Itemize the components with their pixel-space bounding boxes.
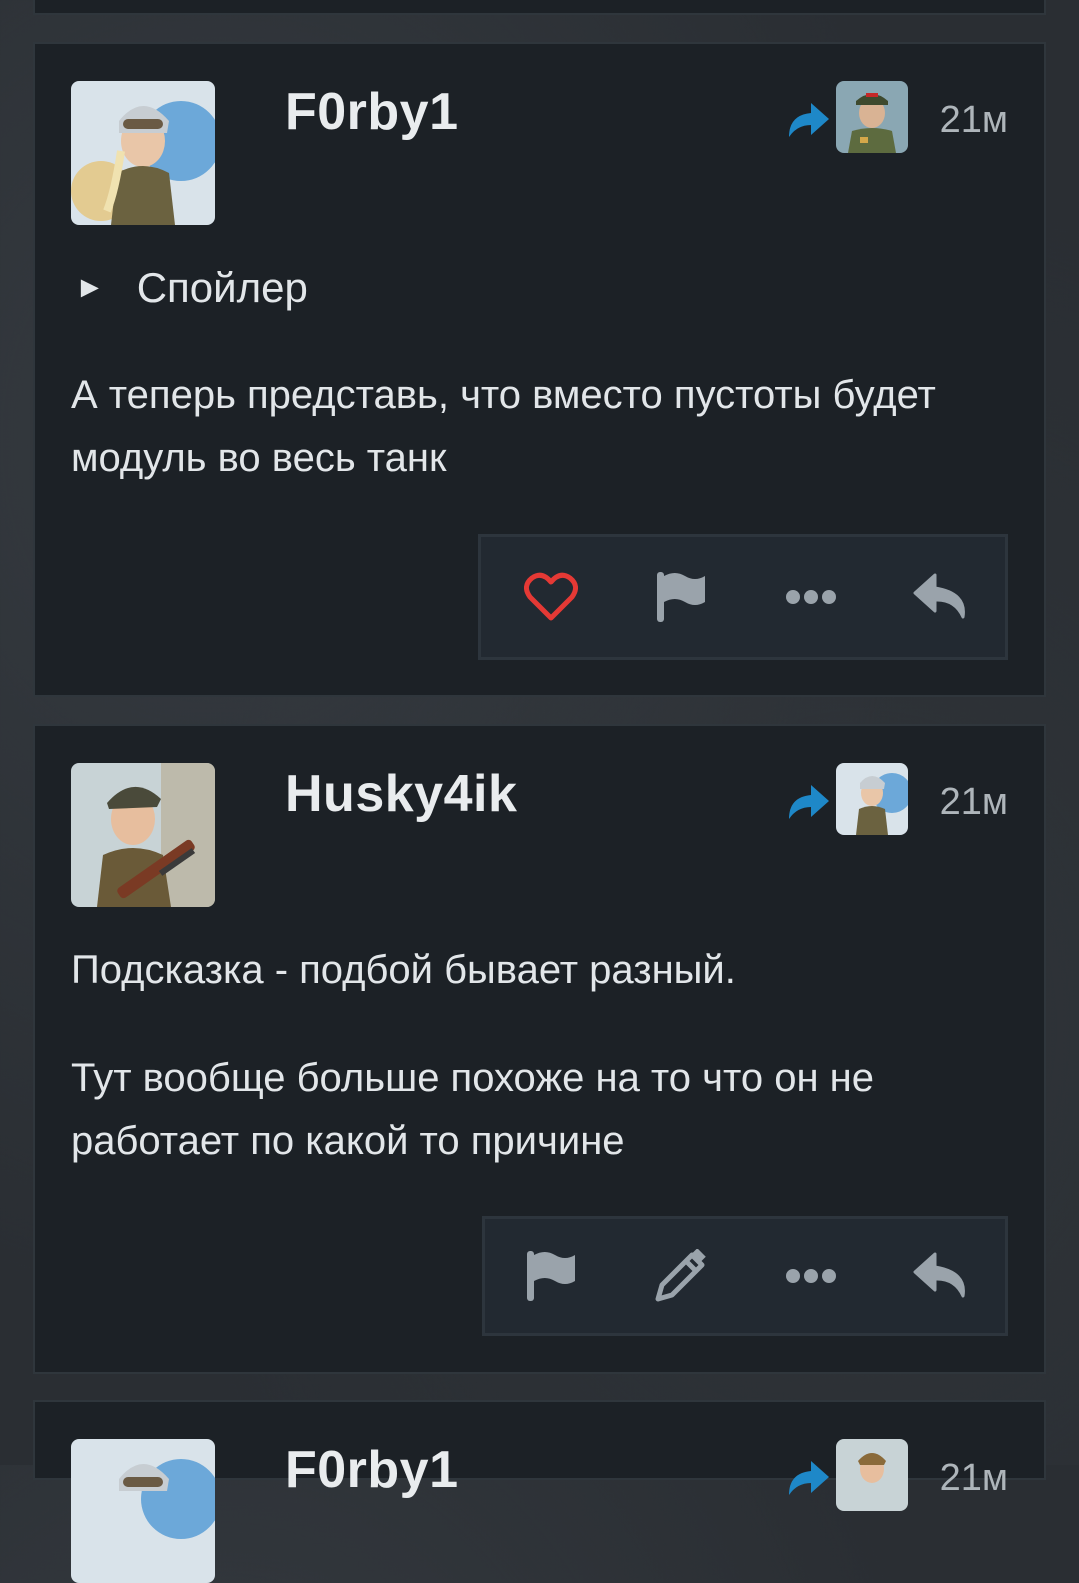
username[interactable]: F0rby1 <box>285 82 459 142</box>
more-button[interactable] <box>761 537 861 657</box>
more-button[interactable] <box>761 1219 861 1333</box>
timestamp: 21м <box>939 781 1008 823</box>
triangle-right-icon: ► <box>75 271 105 304</box>
post-card: F0rby1 21м ► Спойлер А теперь представь,… <box>33 42 1046 697</box>
share-icon[interactable] <box>785 1457 831 1497</box>
avatar[interactable] <box>71 1439 215 1583</box>
action-bar <box>482 1216 1008 1336</box>
reply-button[interactable] <box>891 1219 991 1333</box>
share-icon[interactable] <box>785 781 831 821</box>
post-card: F0rby1 21м <box>33 1400 1046 1583</box>
post-text: Тут вообще больше похоже на то что он не… <box>71 1056 875 1163</box>
report-button[interactable] <box>631 537 731 657</box>
spoiler-toggle[interactable]: ► Спойлер <box>75 264 308 312</box>
like-button[interactable] <box>501 537 601 657</box>
username[interactable]: F0rby1 <box>285 1440 459 1500</box>
username[interactable]: Husky4ik <box>285 764 517 824</box>
share-icon[interactable] <box>785 99 831 139</box>
avatar[interactable] <box>71 81 215 225</box>
reply-icon <box>913 1252 965 1298</box>
more-icon <box>786 1269 836 1283</box>
reply-button[interactable] <box>891 537 991 657</box>
mini-avatar[interactable] <box>836 81 908 153</box>
edit-button[interactable] <box>631 1219 731 1333</box>
flag-icon <box>657 572 705 622</box>
action-bar <box>478 534 1008 660</box>
more-icon <box>786 590 836 604</box>
post-card: Husky4ik 21м Подсказка - подбой бывает р… <box>33 724 1046 1374</box>
edit-icon <box>655 1249 706 1302</box>
mini-avatar[interactable] <box>836 1439 908 1511</box>
heart-icon <box>524 572 578 621</box>
previous-post-stub <box>33 0 1046 15</box>
spoiler-label: Спойлер <box>136 264 308 311</box>
timestamp: 21м <box>939 99 1008 141</box>
avatar[interactable] <box>71 763 215 907</box>
report-button[interactable] <box>501 1219 601 1333</box>
timestamp: 21м <box>939 1457 1008 1499</box>
post-text: Подсказка - подбой бывает разный. <box>71 948 736 992</box>
flag-icon <box>527 1251 575 1301</box>
reply-icon <box>913 573 965 619</box>
post-text: А теперь представь, что вместо пустоты б… <box>71 373 936 480</box>
mini-avatar[interactable] <box>836 763 908 835</box>
